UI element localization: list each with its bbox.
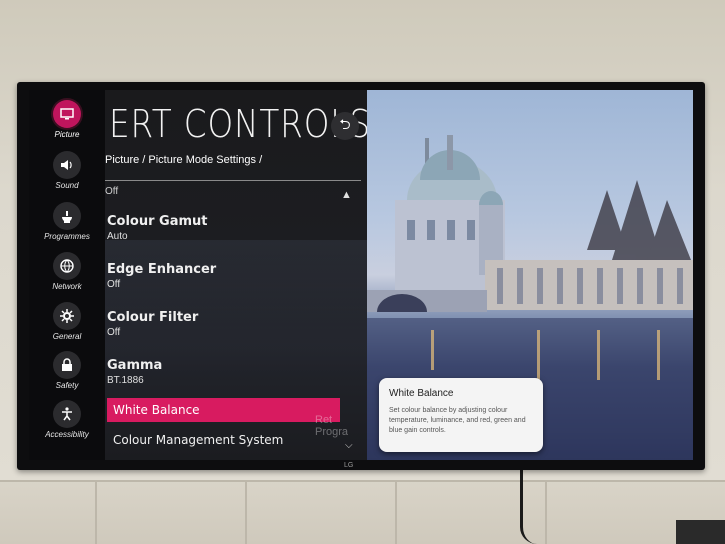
globe-icon bbox=[53, 252, 81, 280]
rail-label: Picture bbox=[54, 130, 80, 139]
lock-icon bbox=[53, 351, 81, 379]
menu-item-gamma[interactable]: Gamma BT.1886 bbox=[107, 358, 343, 386]
rail-item-sound[interactable]: Sound bbox=[29, 151, 105, 190]
back-arrow-icon: ⮌ bbox=[339, 116, 351, 132]
tv-screen: Picture Sound Programmes Network General bbox=[29, 90, 693, 460]
menu-panel: ERT CONTROLS ⮌ Picture / Picture Mode Se… bbox=[105, 90, 370, 460]
picture-icon bbox=[53, 100, 81, 128]
rail-item-picture[interactable]: Picture bbox=[29, 100, 105, 139]
menu-item-value: Off bbox=[107, 327, 121, 338]
rail-item-accessibility[interactable]: Accessibility bbox=[29, 400, 105, 439]
ghost-text: Ret Progra bbox=[315, 414, 349, 438]
back-button[interactable]: ⮌ bbox=[331, 112, 359, 140]
menu-item-value: Off bbox=[107, 279, 121, 290]
menu-item-label: Colour Gamut bbox=[107, 214, 208, 229]
menu-item-white-balance[interactable]: White Balance bbox=[107, 398, 340, 422]
menu-item-value: Auto bbox=[107, 231, 128, 242]
chevron-up-icon[interactable]: ▲ bbox=[341, 189, 352, 201]
breadcrumb: Picture / Picture Mode Settings / bbox=[105, 154, 263, 166]
partial-row-value: Off bbox=[105, 186, 119, 197]
tv-logo: LG bbox=[344, 462, 354, 469]
menu-item-colour-management-system[interactable]: Colour Management System bbox=[113, 433, 283, 447]
gear-icon bbox=[53, 302, 81, 330]
rail-label: Accessibility bbox=[45, 430, 89, 439]
menu-item-colour-gamut[interactable]: Colour Gamut Auto bbox=[107, 214, 343, 242]
menu-item-value: BT.1886 bbox=[107, 375, 144, 386]
menu-item-label: White Balance bbox=[113, 403, 200, 417]
satellite-icon bbox=[53, 202, 81, 230]
speaker-icon bbox=[53, 151, 81, 179]
tooltip-title: White Balance bbox=[389, 388, 454, 399]
rail-item-network[interactable]: Network bbox=[29, 252, 105, 291]
rail-label: Sound bbox=[55, 181, 79, 190]
divider bbox=[105, 180, 361, 181]
menu-item-label: Colour Filter bbox=[107, 310, 199, 325]
rail-item-programmes[interactable]: Programmes bbox=[29, 202, 105, 241]
menu-item-edge-enhancer[interactable]: Edge Enhancer Off bbox=[107, 262, 343, 290]
rail-label: Programmes bbox=[44, 232, 90, 241]
accessibility-icon bbox=[53, 400, 81, 428]
menu-item-label: Edge Enhancer bbox=[107, 262, 217, 277]
rail-label: Safety bbox=[55, 381, 79, 390]
menu-item-colour-filter[interactable]: Colour Filter Off bbox=[107, 310, 343, 338]
rail-label: Network bbox=[52, 282, 82, 291]
power-cable bbox=[520, 470, 537, 544]
floor-tiles bbox=[0, 480, 725, 544]
rail-item-safety[interactable]: Safety bbox=[29, 351, 105, 390]
rail-label: General bbox=[52, 332, 82, 341]
rail-item-general[interactable]: General bbox=[29, 302, 105, 341]
menu-item-label: Gamma bbox=[107, 358, 163, 373]
tooltip-body: Set colour balance by adjusting colour t… bbox=[389, 407, 526, 434]
tooltip: White Balance Set colour balance by adju… bbox=[379, 378, 543, 452]
chevron-down-icon[interactable]: ⌵ bbox=[345, 440, 353, 451]
set-top-box bbox=[676, 520, 725, 544]
settings-rail: Picture Sound Programmes Network General bbox=[29, 90, 105, 460]
